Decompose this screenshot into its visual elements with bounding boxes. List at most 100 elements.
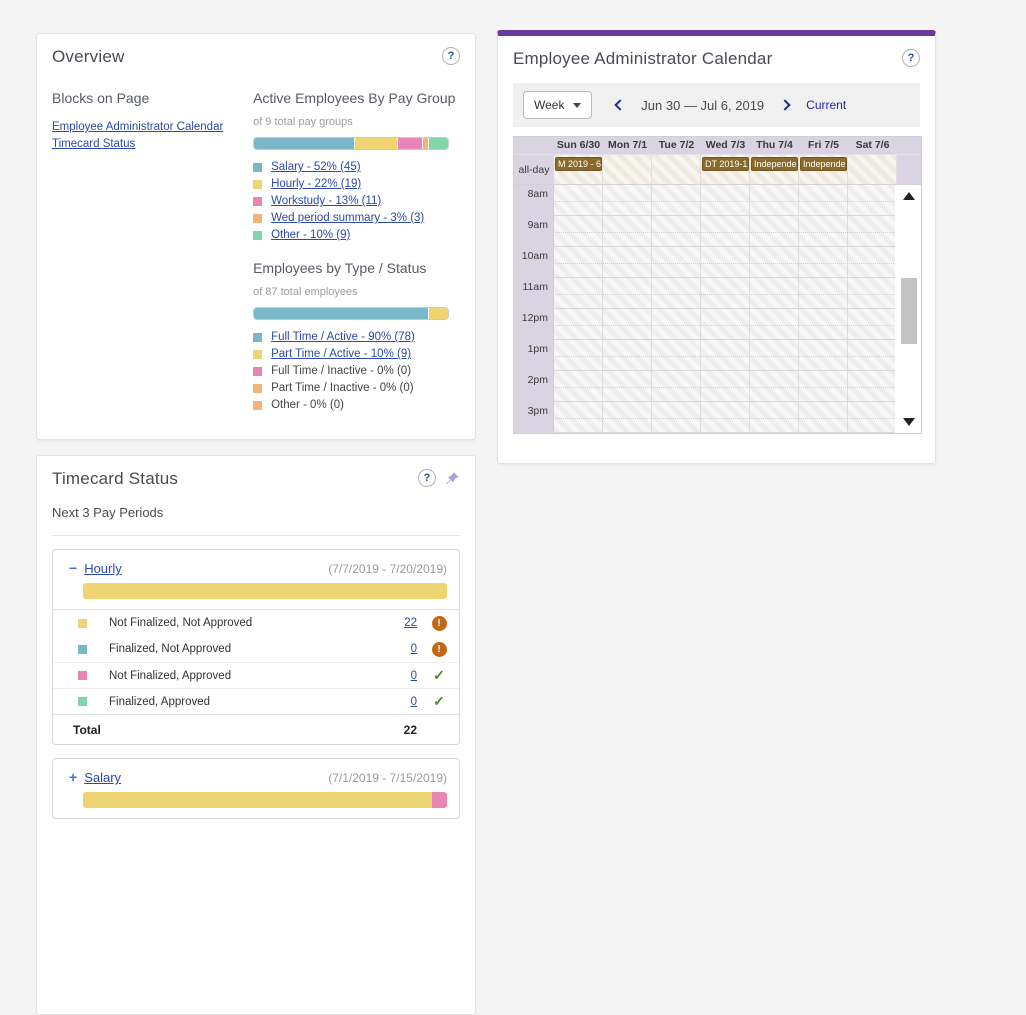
legend-link-wed-period-summary[interactable]: Wed period summary - 3% (3) [271, 212, 424, 224]
total-row: Total 22 [53, 714, 459, 744]
calendar-event[interactable]: Independen [751, 157, 798, 171]
next-week-icon[interactable] [779, 99, 790, 110]
legend-label-other: Other - 0% (0) [271, 399, 344, 411]
all-day-cell-tue[interactable] [652, 155, 701, 184]
day-header-mon: Mon 7/1 [603, 137, 652, 154]
legend-swatch [253, 350, 262, 359]
legend-link-full-time-active[interactable]: Full Time / Active - 90% (78) [271, 331, 415, 343]
status-swatch [78, 671, 87, 680]
day-header-sat: Sat 7/6 [848, 137, 897, 154]
timecard-subtitle: Next 3 Pay Periods [52, 505, 460, 520]
all-day-filler [897, 155, 921, 184]
time-label: 11am [514, 281, 554, 293]
calendar-event[interactable]: DT 2019-12 [702, 157, 749, 171]
pay-period-section-salary: + Salary (7/1/2019 - 7/15/2019) [52, 758, 460, 819]
pin-icon[interactable] [444, 471, 460, 487]
calendar-event[interactable]: M 2019 - 6 [555, 157, 602, 171]
bar-segment [429, 308, 448, 319]
status-swatch [78, 697, 87, 706]
view-selector-button[interactable]: Week [523, 91, 592, 119]
table-row: Not Finalized, Approved 0 [53, 662, 459, 688]
scrollbar-thumb[interactable] [901, 278, 917, 344]
help-icon[interactable]: ? [418, 469, 436, 487]
half-hour-line [555, 263, 894, 264]
half-hour-line [555, 294, 894, 295]
hourly-link[interactable]: Hourly [84, 561, 122, 576]
status-label: Finalized, Approved [109, 696, 210, 708]
view-selector-label: Week [534, 98, 564, 112]
status-label: Not Finalized, Not Approved [109, 617, 252, 629]
legend-item: Workstudy - 13% (11) [253, 195, 460, 207]
legend-link-workstudy[interactable]: Workstudy - 13% (11) [271, 195, 381, 207]
legend-swatch [253, 231, 262, 240]
pay-group-legend: Salary - 52% (45) Hourly - 22% (19) Work… [253, 161, 460, 241]
pay-period-dates: (7/1/2019 - 7/15/2019) [328, 771, 447, 785]
bar-segment [254, 138, 355, 149]
table-row: Finalized, Approved 0 [53, 688, 459, 714]
overview-title: Overview [52, 47, 124, 67]
legend-item: Wed period summary - 3% (3) [253, 212, 460, 224]
timecard-title: Timecard Status [52, 469, 178, 489]
legend-link-salary[interactable]: Salary - 52% (45) [271, 161, 360, 173]
timecard-status-panel: Timecard Status ? Next 3 Pay Periods − H… [36, 455, 476, 1015]
count-link[interactable]: 0 [387, 670, 417, 682]
help-icon[interactable]: ? [902, 49, 920, 67]
half-hour-line [555, 232, 894, 233]
type-status-chart-title: Employees by Type / Status [253, 259, 460, 277]
bar-segment [429, 138, 448, 149]
pay-period-section-hourly: − Hourly (7/7/2019 - 7/20/2019) Not Fina… [52, 549, 460, 745]
all-day-cell-mon[interactable] [603, 155, 652, 184]
all-day-label: all-day [514, 155, 554, 184]
calendar-scrollbar[interactable] [900, 188, 918, 430]
check-icon [433, 667, 445, 684]
half-hour-line [555, 201, 894, 202]
divider [52, 535, 460, 536]
block-link-timecard-status[interactable]: Timecard Status [52, 138, 249, 150]
calendar-title: Employee Administrator Calendar [513, 49, 772, 69]
warning-icon [432, 616, 447, 631]
count-link[interactable]: 0 [387, 696, 417, 708]
legend-link-hourly[interactable]: Hourly - 22% (19) [271, 178, 361, 190]
half-hour-line [555, 387, 894, 388]
chevron-down-icon [573, 103, 581, 108]
help-icon[interactable]: ? [442, 47, 460, 65]
count-link[interactable]: 22 [387, 617, 417, 629]
salary-link[interactable]: Salary [84, 770, 121, 785]
half-hour-line [555, 356, 894, 357]
all-day-row: all-day M 2019 - 6 DT 2019-12 Independen… [514, 154, 921, 184]
time-label: 9am [514, 219, 554, 231]
previous-week-icon[interactable] [615, 99, 626, 110]
header-filler [897, 137, 921, 154]
time-label: 10am [514, 250, 554, 262]
count-link[interactable]: 0 [387, 643, 417, 655]
block-link-employee-administrator-calendar[interactable]: Employee Administrator Calendar [52, 121, 249, 133]
legend-swatch [253, 384, 262, 393]
pay-period-dates: (7/7/2019 - 7/20/2019) [328, 562, 447, 576]
bar-segment [83, 583, 447, 599]
calendar-hours-grid[interactable] [554, 185, 895, 433]
calendar-day-header-row: Sun 6/30 Mon 7/1 Tue 7/2 Wed 7/3 Thu 7/4… [514, 137, 921, 154]
header-gutter [514, 137, 554, 154]
status-label: Not Finalized, Approved [109, 670, 231, 682]
scroll-up-icon[interactable] [903, 192, 915, 200]
legend-item: Part Time / Active - 10% (9) [253, 348, 460, 360]
legend-link-other[interactable]: Other - 10% (9) [271, 229, 350, 241]
scroll-down-icon[interactable] [903, 418, 915, 426]
expand-icon[interactable]: + [69, 769, 77, 785]
legend-link-part-time-active[interactable]: Part Time / Active - 10% (9) [271, 348, 411, 360]
legend-swatch [253, 401, 262, 410]
legend-swatch [253, 180, 262, 189]
legend-item: Full Time / Inactive - 0% (0) [253, 365, 460, 377]
warning-icon [432, 642, 447, 657]
all-day-cell-sat[interactable] [848, 155, 897, 184]
legend-label-part-time-inactive: Part Time / Inactive - 0% (0) [271, 382, 414, 394]
legend-item: Part Time / Inactive - 0% (0) [253, 382, 460, 394]
current-button[interactable]: Current [806, 98, 846, 112]
legend-swatch [253, 197, 262, 206]
date-range-label: Jun 30 — Jul 6, 2019 [641, 98, 764, 113]
collapse-icon[interactable]: − [69, 560, 77, 576]
day-header-fri: Fri 7/5 [799, 137, 848, 154]
legend-swatch [253, 367, 262, 376]
calendar-event[interactable]: Independen [800, 157, 847, 171]
type-status-chart-subtitle: of 87 total employees [253, 286, 460, 298]
